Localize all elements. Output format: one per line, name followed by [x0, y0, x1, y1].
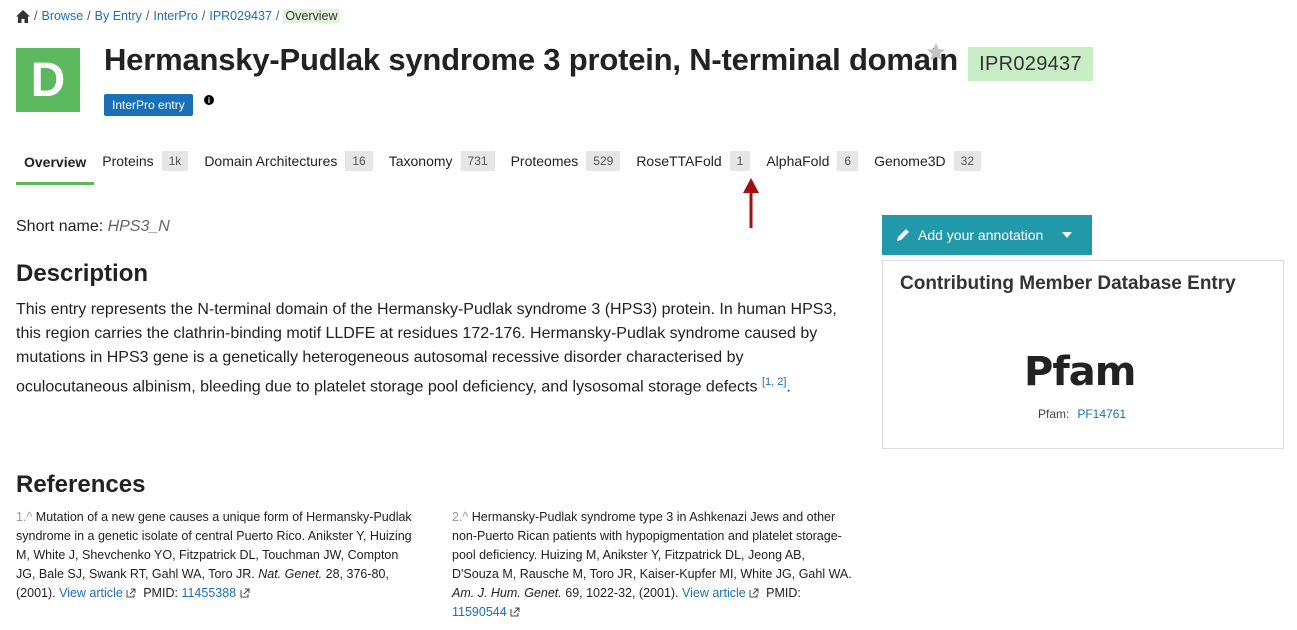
breadcrumb-browse[interactable]: Browse [41, 9, 83, 23]
tab-label: Taxonomy [388, 153, 453, 169]
view-article-label: View article [682, 586, 746, 600]
tab-label: Overview [24, 153, 87, 170]
caret-down-icon [1062, 232, 1072, 238]
reference-number[interactable]: 1.^ [16, 510, 32, 524]
short-name-label: Short name: [16, 218, 104, 235]
external-link-icon [749, 588, 759, 598]
pmid-value: 11455388 [181, 586, 237, 600]
external-link-icon [510, 607, 520, 617]
pencil-icon [897, 229, 909, 241]
reference-item: 2.^ Hermansky-Pudlak syndrome type 3 in … [452, 508, 852, 622]
pmid-label: PMID: [143, 586, 178, 600]
breadcrumb-separator: / [87, 9, 91, 23]
reference-journal: Nat. Genet. [258, 567, 323, 581]
breadcrumb-by-entry[interactable]: By Entry [95, 9, 142, 23]
accession-badge: IPR029437 [968, 47, 1093, 81]
view-article-link[interactable]: View article [59, 586, 136, 600]
member-database-panel: Contributing Member Database Entry Pfam … [882, 260, 1284, 449]
description-body: This entry represents the N-terminal dom… [16, 301, 837, 396]
pointer-arrow-icon [743, 178, 759, 228]
reference-citation: 69, 1022-32, (2001). [565, 586, 679, 600]
add-annotation-button[interactable]: Add your annotation [882, 215, 1092, 255]
breadcrumb-interpro[interactable]: InterPro [153, 9, 197, 23]
pmid-label: PMID: [766, 586, 801, 600]
description-text: This entry represents the N-terminal dom… [16, 298, 856, 399]
favourite-star-icon[interactable] [926, 42, 946, 62]
breadcrumb-separator: / [275, 9, 280, 23]
tab-count: 529 [586, 151, 621, 171]
member-database-heading: Contributing Member Database Entry [900, 273, 1236, 294]
add-annotation-label: Add your annotation [918, 227, 1044, 243]
tab-count: 6 [837, 151, 859, 171]
member-accession-link[interactable]: PF14761 [1077, 407, 1126, 421]
tab-count: 16 [345, 151, 373, 171]
tab-proteins[interactable]: Proteins 1k [94, 141, 196, 181]
tab-label: Proteins [102, 153, 154, 169]
breadcrumb: / Browse / By Entry / InterPro / IPR0294… [16, 9, 340, 23]
breadcrumb-separator: / [145, 9, 150, 23]
tab-genome3d[interactable]: Genome3D 32 [866, 141, 989, 181]
external-link-icon [126, 588, 136, 598]
tab-bar: Overview Proteins 1k Domain Architecture… [16, 141, 989, 185]
tab-count: 1k [161, 151, 189, 171]
pfam-logo[interactable]: Pfam [1024, 349, 1136, 395]
member-db-label: Pfam: [1038, 407, 1070, 421]
tab-label: RoseTTAFold [636, 153, 722, 169]
reference-item: 1.^ Mutation of a new gene causes a uniq… [16, 508, 416, 622]
short-name-value: HPS3_N [107, 218, 170, 235]
external-link-icon [240, 588, 250, 598]
member-entry: Pfam: PF14761 [1038, 407, 1126, 421]
references-list: 1.^ Mutation of a new gene causes a uniq… [16, 508, 864, 622]
tab-proteomes[interactable]: Proteomes 529 [503, 141, 629, 181]
page-title: Hermansky-Pudlak syndrome 3 protein, N-t… [104, 42, 958, 77]
tab-label: Domain Architectures [204, 153, 338, 169]
citation-link[interactable]: [1, 2] [762, 376, 786, 388]
tab-label: AlphaFold [766, 153, 830, 169]
tab-count: 1 [729, 151, 751, 171]
short-name: Short name: HPS3_N [16, 218, 170, 236]
tab-label: Proteomes [510, 153, 579, 169]
tab-label: Genome3D [874, 153, 946, 169]
references-heading: References [16, 471, 146, 498]
entry-type-tag: InterPro entry [104, 94, 193, 116]
reference-journal: Am. J. Hum. Genet. [452, 586, 562, 600]
tab-count: 731 [460, 151, 495, 171]
pmid-link[interactable]: 11455388 [181, 586, 250, 600]
view-article-label: View article [59, 586, 123, 600]
tab-count: 32 [953, 151, 982, 171]
tab-alphafold[interactable]: AlphaFold 6 [758, 141, 866, 181]
tab-domain-architectures[interactable]: Domain Architectures 16 [196, 141, 380, 181]
breadcrumb-separator: / [201, 9, 206, 23]
breadcrumb-separator: / [34, 9, 38, 23]
breadcrumb-current: Overview [283, 9, 340, 23]
view-article-link[interactable]: View article [682, 586, 759, 600]
breadcrumb-accession[interactable]: IPR029437 [209, 9, 272, 23]
description-end: . [786, 378, 791, 396]
info-icon[interactable]: i [204, 95, 214, 105]
tab-taxonomy[interactable]: Taxonomy 731 [381, 141, 503, 181]
tab-overview[interactable]: Overview [16, 141, 95, 185]
pmid-link[interactable]: 11590544 [452, 605, 520, 619]
pmid-value: 11590544 [452, 605, 507, 619]
reference-number[interactable]: 2.^ [452, 510, 468, 524]
home-icon[interactable] [16, 9, 30, 23]
tab-rosettafold[interactable]: RoseTTAFold 1 [628, 141, 758, 181]
entry-type-badge: D [16, 48, 80, 112]
description-heading: Description [16, 260, 149, 287]
